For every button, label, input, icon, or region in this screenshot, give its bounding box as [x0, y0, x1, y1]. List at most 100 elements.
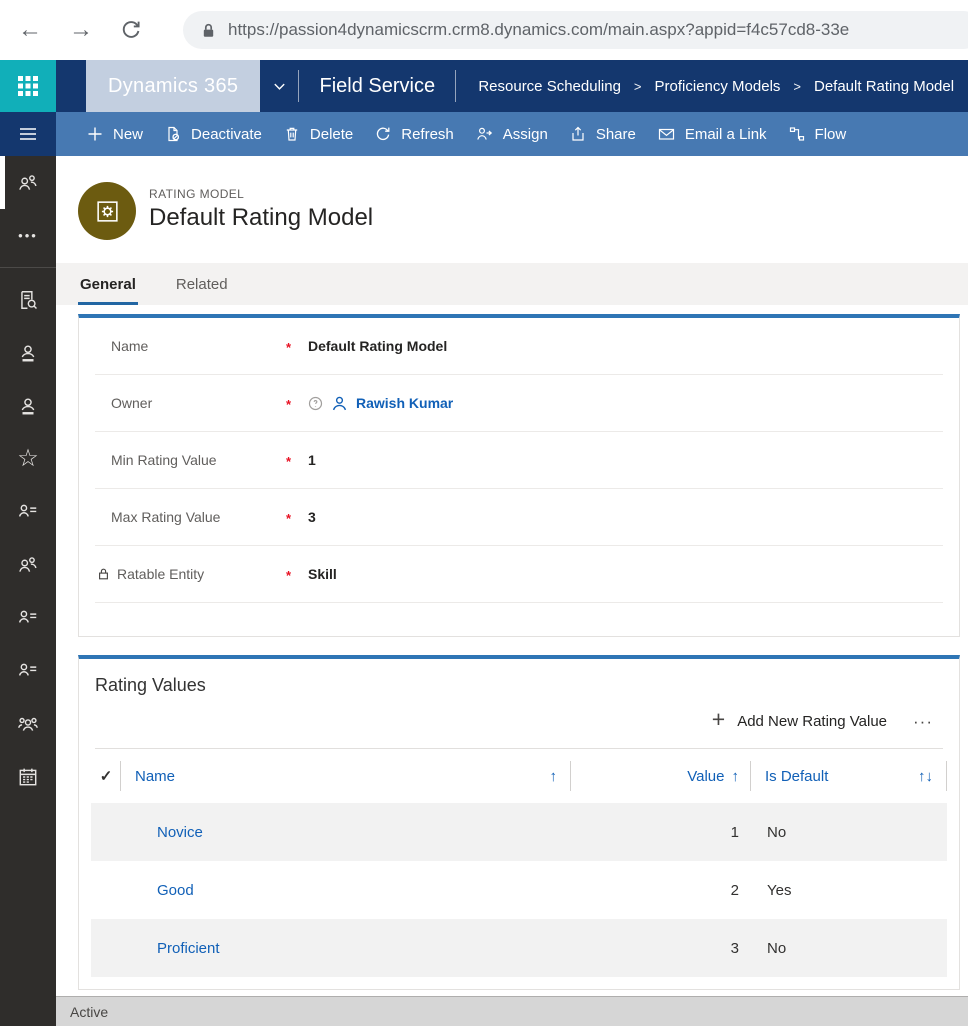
required-asterisk: * [286, 454, 292, 469]
breadcrumb-item-entity[interactable]: Proficiency Models [655, 78, 781, 95]
site-map-toggle-button[interactable] [0, 112, 56, 156]
waffle-icon [17, 75, 39, 97]
add-new-rating-value-button[interactable]: + Add New Rating Value [712, 708, 887, 731]
is-default-cell: No [767, 939, 787, 957]
page-title: Default Rating Model [149, 204, 374, 231]
table-row[interactable]: Novice 1 No [91, 803, 947, 861]
required-asterisk: * [286, 340, 292, 355]
record-header: RATING MODEL Default Rating Model [56, 156, 968, 263]
sidebar-item-more[interactable]: ••• [0, 209, 56, 262]
sidebar-item-contact-2[interactable] [0, 379, 56, 432]
sidebar-item-favorites[interactable]: ☆ [0, 432, 56, 485]
column-header-is-default[interactable]: Is Default ↑↓ [751, 749, 947, 803]
is-default-cell: Yes [767, 881, 792, 899]
field-row-ratable-entity: Ratable Entity * Skill [95, 546, 943, 603]
trash-icon [286, 127, 298, 141]
deactivate-button[interactable]: Deactivate [154, 112, 273, 156]
url-text: https://passion4dynamicscrm.crm8.dynamic… [228, 20, 850, 39]
contact-icon [21, 344, 35, 361]
more-commands-button[interactable]: ··· [913, 713, 933, 730]
max-rating-field[interactable]: 3 [308, 509, 316, 525]
owner-field[interactable]: Rawish Kumar [308, 395, 453, 412]
column-header-name[interactable]: Name ↑ [121, 749, 571, 803]
document-search-icon [21, 290, 37, 309]
owner-field-label: Owner [111, 395, 153, 411]
select-all-checkbox[interactable]: ✓ [91, 749, 121, 803]
dynamics365-home-button[interactable]: Dynamics 365 [86, 60, 261, 112]
app-switcher-button[interactable] [260, 60, 298, 112]
breadcrumb-separator-icon: > [793, 78, 801, 94]
min-rating-field[interactable]: 1 [308, 452, 316, 468]
person-list-icon [18, 504, 37, 517]
app-launcher-button[interactable] [0, 60, 56, 112]
table-row[interactable]: Good 2 Yes [91, 861, 947, 919]
sidebar-item-contact-1[interactable] [0, 326, 56, 379]
sidebar-item-audit[interactable] [0, 273, 56, 326]
rating-value-link[interactable]: Proficient [157, 940, 220, 957]
required-asterisk: * [286, 568, 292, 583]
sort-both-icon: ↑↓ [918, 767, 933, 785]
more-dots-icon: ••• [18, 228, 38, 243]
record-status: Active [70, 1003, 109, 1020]
share-button[interactable]: Share [559, 112, 647, 156]
assign-person-icon [477, 127, 492, 140]
value-cell: 1 [730, 823, 739, 841]
name-field[interactable]: Default Rating Model [308, 338, 447, 354]
tab-general[interactable]: General [78, 263, 138, 305]
browser-reload-icon[interactable] [120, 19, 142, 41]
owner-link[interactable]: Rawish Kumar [356, 395, 453, 411]
main-content: RATING MODEL Default Rating Model Genera… [56, 156, 968, 996]
calendar-icon [19, 768, 37, 785]
table-header-row: ✓ Name ↑ Value ↑ Is Default ↑↓ [91, 749, 947, 803]
address-bar[interactable]: https://passion4dynamicscrm.crm8.dynamic… [183, 11, 968, 49]
refresh-button[interactable]: Refresh [364, 112, 465, 156]
command-bar: New Deactivate Delete Refresh Assign Sha… [0, 112, 968, 156]
team-icon [18, 717, 38, 731]
sidebar-nav: ••• ☆ [0, 156, 56, 1026]
general-form-section: Name * Default Rating Model Owner * Rawi… [78, 314, 960, 637]
rating-values-table: ✓ Name ↑ Value ↑ Is Default ↑↓ Novice 1 … [91, 749, 947, 977]
tab-related[interactable]: Related [174, 263, 230, 305]
browser-chrome: ← → https://passion4dynamicscrm.crm8.dyn… [0, 0, 968, 60]
contact-icon [21, 397, 35, 414]
breadcrumb-item-area[interactable]: Resource Scheduling [478, 78, 621, 95]
value-cell: 2 [730, 881, 739, 899]
flow-button[interactable]: Flow [778, 112, 858, 156]
person-icon [332, 396, 347, 410]
assign-button[interactable]: Assign [465, 112, 559, 156]
sidebar-item-roster-2[interactable] [0, 591, 56, 644]
sidebar-item-teams[interactable] [0, 697, 56, 750]
rating-value-link[interactable]: Good [157, 882, 194, 899]
breadcrumb-item-record[interactable]: Default Rating Model [814, 78, 954, 95]
table-row[interactable]: Proficient 3 No [91, 919, 947, 977]
email-link-button[interactable]: Email a Link [647, 112, 778, 156]
browser-forward-icon[interactable]: → [69, 18, 93, 42]
sidebar-item-connections[interactable] [0, 538, 56, 591]
sidebar-item-roster-3[interactable] [0, 644, 56, 697]
people-icon [19, 556, 37, 572]
entity-type-label: RATING MODEL [149, 187, 245, 201]
new-button[interactable]: New [76, 112, 154, 156]
field-row-owner: Owner * Rawish Kumar [95, 375, 943, 432]
ratable-entity-field-label: Ratable Entity [117, 566, 205, 582]
sidebar-divider [0, 267, 56, 268]
delete-button[interactable]: Delete [273, 112, 364, 156]
chevron-down-icon [272, 79, 287, 94]
nav-divider [455, 70, 457, 102]
deactivate-icon [168, 126, 180, 142]
rating-values-section: Rating Values + Add New Rating Value ···… [78, 655, 960, 990]
ratable-entity-field[interactable]: Skill [308, 566, 337, 582]
field-row-min-rating: Min Rating Value * 1 [95, 432, 943, 489]
browser-back-icon[interactable]: ← [18, 18, 42, 42]
app-name-label[interactable]: Field Service [299, 75, 455, 98]
share-icon [572, 126, 584, 141]
hamburger-icon [18, 124, 38, 144]
subgrid-actions: + Add New Rating Value ··· [79, 706, 959, 736]
sidebar-item-resources[interactable] [0, 156, 56, 209]
sidebar-item-calendar[interactable] [0, 750, 56, 803]
plus-icon [88, 127, 102, 141]
person-list-icon [18, 663, 37, 676]
column-header-value[interactable]: Value ↑ [571, 749, 751, 803]
rating-value-link[interactable]: Novice [157, 824, 203, 841]
sidebar-item-roster-1[interactable] [0, 485, 56, 538]
